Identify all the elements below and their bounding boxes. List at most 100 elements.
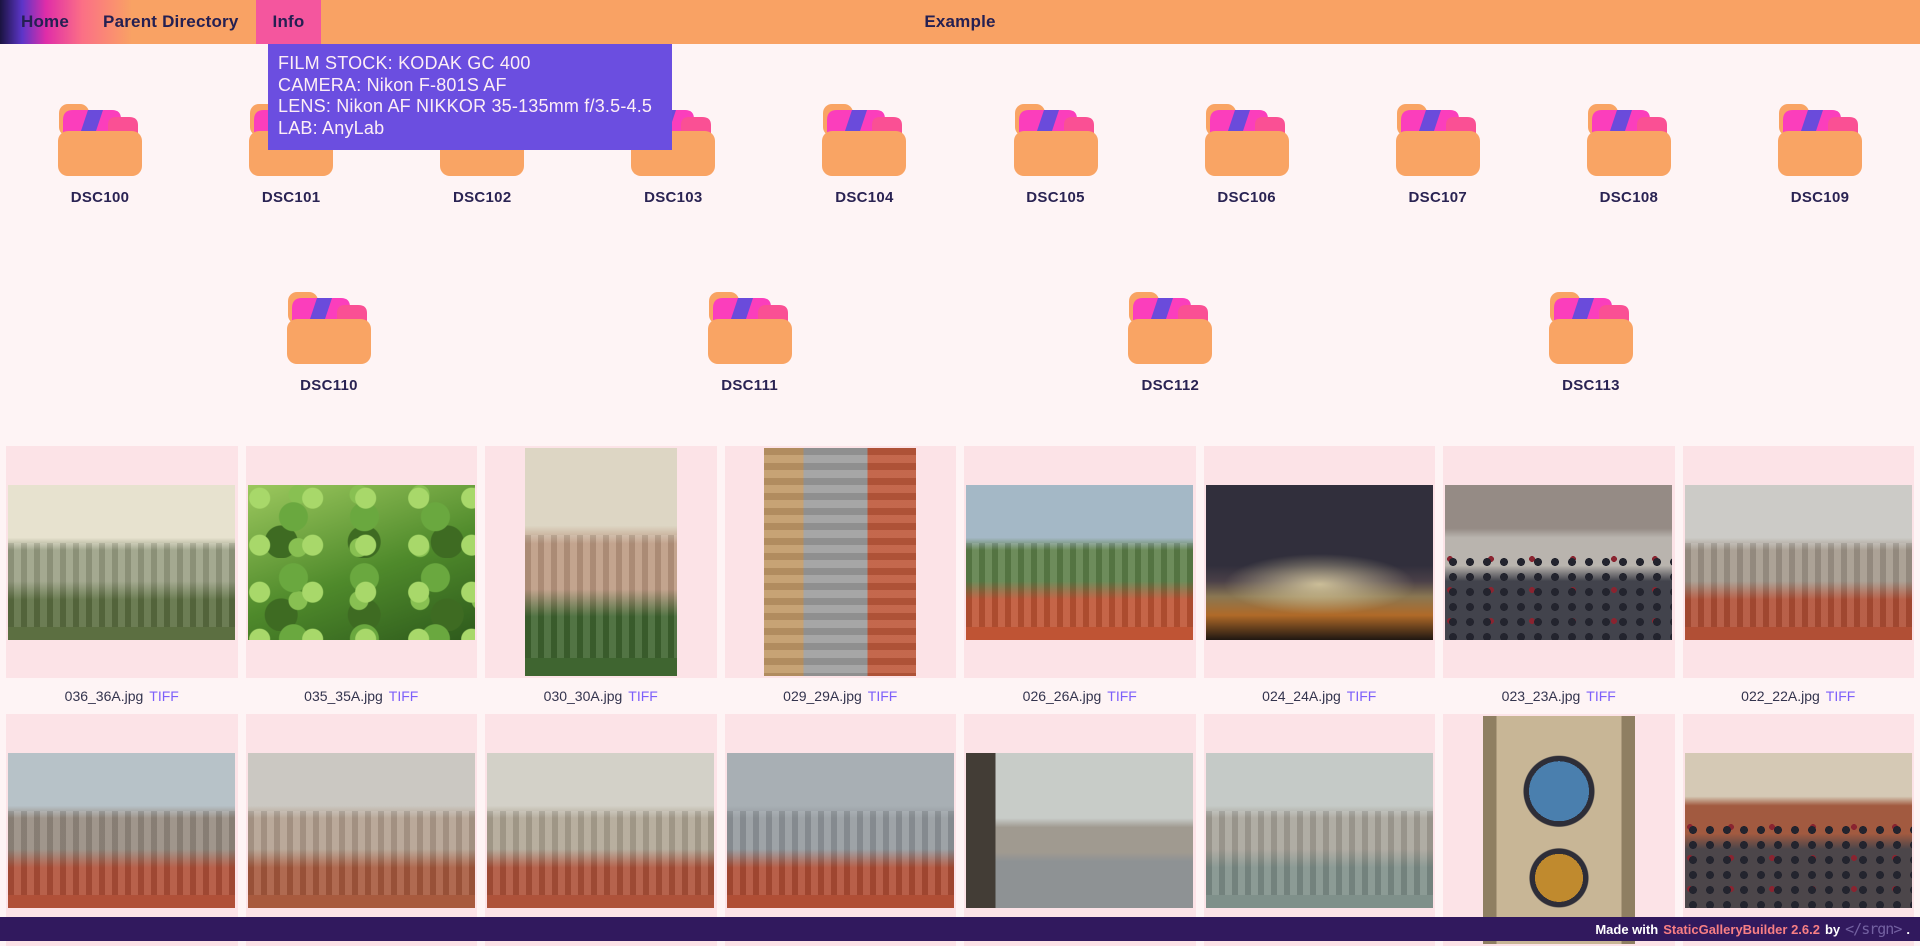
folder-icon: [1014, 104, 1098, 176]
photo-thumbnail[interactable]: [966, 753, 1193, 908]
tiff-link[interactable]: TIFF: [628, 688, 658, 704]
photo-figure: 026_26A.jpg TIFF: [964, 446, 1196, 714]
folder-item[interactable]: DSC100: [57, 104, 143, 206]
photo-filename: 035_35A.jpg: [304, 688, 383, 704]
footer-bar: Made with StaticGalleryBuilder 2.6.2 by …: [0, 917, 1920, 941]
folder-item[interactable]: DSC108: [1586, 104, 1672, 206]
photo-figure: [1683, 714, 1915, 946]
tiff-link[interactable]: TIFF: [1826, 688, 1856, 704]
tiff-link[interactable]: TIFF: [1586, 688, 1616, 704]
period-text: .: [1906, 922, 1910, 937]
top-nav: Home Parent Directory Info Example: [0, 0, 1920, 44]
folder-item[interactable]: DSC107: [1395, 104, 1481, 206]
photo-figure: [1204, 714, 1436, 946]
photo-thumbnail[interactable]: [487, 753, 714, 908]
folder-icon: [1549, 292, 1633, 364]
folder-icon: [1778, 104, 1862, 176]
srgn-logo[interactable]: </srgn>: [1845, 920, 1901, 938]
photo-figure: 029_29A.jpg TIFF: [725, 446, 957, 714]
photo-figure: 030_30A.jpg TIFF: [485, 446, 717, 714]
folder-label: DSC112: [1141, 377, 1199, 394]
folder-label: DSC100: [71, 189, 130, 206]
folder-icon: [822, 104, 906, 176]
photo-cell: [1443, 446, 1675, 678]
photo-thumbnail[interactable]: [8, 485, 235, 640]
folder-label: DSC103: [644, 189, 703, 206]
folder-row-2: DSC110 DSC111 DSC112 DSC113: [0, 292, 1920, 394]
builder-link[interactable]: StaticGalleryBuilder 2.6.2: [1663, 922, 1820, 937]
photo-thumbnail[interactable]: [1685, 753, 1912, 908]
folder-item[interactable]: DSC109: [1777, 104, 1863, 206]
photo-thumbnail[interactable]: [764, 448, 916, 676]
folder-item[interactable]: DSC110: [286, 292, 372, 394]
photo-thumbnail[interactable]: [1206, 485, 1433, 640]
photo-figure: [485, 714, 717, 946]
folder-label: DSC102: [453, 189, 512, 206]
nav-parent-directory[interactable]: Parent Directory: [86, 0, 255, 44]
folder-icon: [1587, 104, 1671, 176]
photo-filename: 023_23A.jpg: [1502, 688, 1581, 704]
photo-thumbnail[interactable]: [727, 753, 954, 908]
folder-icon: [708, 292, 792, 364]
photo-filename: 030_30A.jpg: [544, 688, 623, 704]
folder-item[interactable]: DSC111: [707, 292, 793, 394]
tooltip-line-camera: CAMERA: Nikon F-801S AF: [278, 75, 662, 97]
photo-filename: 036_36A.jpg: [65, 688, 144, 704]
photo-figure: [246, 714, 478, 946]
made-with-text: Made with: [1595, 922, 1658, 937]
photo-thumbnail[interactable]: [248, 485, 475, 640]
folder-label: DSC109: [1791, 189, 1850, 206]
photo-cell: [1683, 714, 1915, 946]
photo-figure: 023_23A.jpg TIFF: [1443, 446, 1675, 714]
photo-figure: 022_22A.jpg TIFF: [1683, 446, 1915, 714]
photo-caption: 026_26A.jpg TIFF: [964, 678, 1196, 714]
photo-thumbnail[interactable]: [1685, 485, 1912, 640]
photo-grid: 036_36A.jpg TIFF 035_35A.jpg TIFF 030_30…: [0, 446, 1920, 946]
folder-item[interactable]: DSC105: [1013, 104, 1099, 206]
photo-thumbnail[interactable]: [1206, 753, 1433, 908]
folder-icon: [1205, 104, 1289, 176]
tiff-link[interactable]: TIFF: [1107, 688, 1137, 704]
folder-label: DSC107: [1409, 189, 1468, 206]
tiff-link[interactable]: TIFF: [1347, 688, 1377, 704]
tooltip-line-lab: LAB: AnyLab: [278, 118, 662, 140]
photo-figure: [964, 714, 1196, 946]
photo-thumbnail[interactable]: [1483, 716, 1635, 944]
nav-info[interactable]: Info: [256, 0, 322, 44]
folder-icon: [1396, 104, 1480, 176]
photo-cell: [964, 714, 1196, 946]
folder-item[interactable]: DSC106: [1204, 104, 1290, 206]
photo-cell: [1204, 446, 1436, 678]
photo-figure: 035_35A.jpg TIFF: [246, 446, 478, 714]
photo-caption: 030_30A.jpg TIFF: [485, 678, 717, 714]
tiff-link[interactable]: TIFF: [149, 688, 179, 704]
folder-item[interactable]: DSC112: [1127, 292, 1213, 394]
tiff-link[interactable]: TIFF: [389, 688, 419, 704]
nav-home[interactable]: Home: [4, 0, 86, 44]
photo-thumbnail[interactable]: [248, 753, 475, 908]
photo-thumbnail[interactable]: [8, 753, 235, 908]
tiff-link[interactable]: TIFF: [868, 688, 898, 704]
photo-cell: [964, 446, 1196, 678]
photo-thumbnail[interactable]: [966, 485, 1193, 640]
photo-thumbnail[interactable]: [525, 448, 677, 676]
folder-label: DSC110: [300, 377, 358, 394]
photo-cell: [1204, 714, 1436, 946]
folder-item[interactable]: DSC113: [1548, 292, 1634, 394]
photo-filename: 024_24A.jpg: [1262, 688, 1341, 704]
page-title: Example: [924, 12, 995, 32]
folder-item[interactable]: DSC104: [821, 104, 907, 206]
folder-label: DSC105: [1026, 189, 1085, 206]
photo-caption: 022_22A.jpg TIFF: [1683, 678, 1915, 714]
photo-cell: [725, 714, 957, 946]
photo-figure: [1443, 714, 1675, 946]
by-text: by: [1825, 922, 1840, 937]
info-tooltip: FILM STOCK: KODAK GC 400 CAMERA: Nikon F…: [268, 44, 672, 150]
folder-label: DSC108: [1600, 189, 1659, 206]
photo-figure: [6, 714, 238, 946]
folder-label: DSC101: [262, 189, 321, 206]
photo-thumbnail[interactable]: [1445, 485, 1672, 640]
photo-cell: [485, 446, 717, 678]
folder-label: DSC104: [835, 189, 894, 206]
tooltip-line-lens: LENS: Nikon AF NIKKOR 35-135mm f/3.5-4.5: [278, 96, 662, 118]
